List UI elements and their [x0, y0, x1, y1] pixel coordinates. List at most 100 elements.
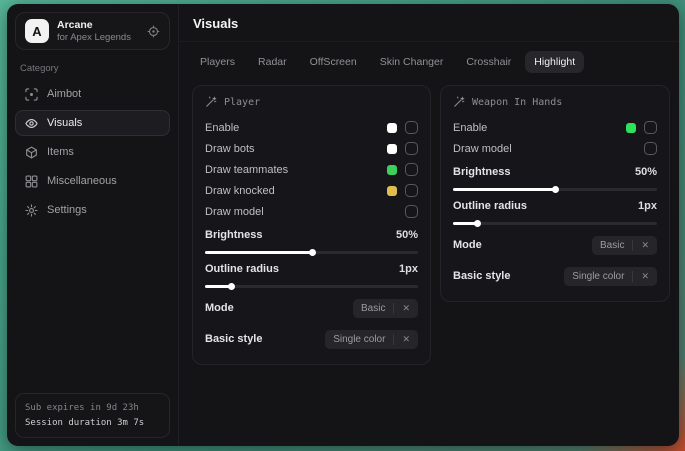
slider-setting-brightness: Brightness50% [205, 229, 418, 256]
tab-radar[interactable]: Radar [249, 51, 296, 73]
setting-label: Outline radius [205, 263, 279, 275]
slider-value: 1px [399, 263, 418, 275]
setting-row-draw-model: Draw model [205, 201, 418, 222]
setting-label: Draw model [205, 206, 264, 218]
setting-controls [387, 184, 418, 197]
sidebar-item-settings[interactable]: Settings [15, 197, 170, 223]
slider-fill [205, 251, 312, 254]
tag-value: Single color [333, 334, 385, 345]
setting-row-draw-knocked: Draw knocked [205, 180, 418, 201]
sub-expiry-text: Sub expires in 9d 23h [25, 401, 160, 415]
tag-setting-mode: Mode Basic ✕ [205, 295, 418, 321]
sidebar-item-label: Settings [47, 204, 87, 216]
setting-controls [387, 163, 418, 176]
slider-thumb[interactable] [552, 186, 559, 193]
slider[interactable] [453, 186, 657, 193]
tag-setting-basic-style: Basic styleSingle color✕ [453, 263, 657, 289]
slider-setting-outline-radius: Outline radius 1px [453, 200, 657, 227]
app-logo: A [25, 19, 49, 43]
slider-track [453, 222, 657, 225]
slider-value: 50% [396, 229, 418, 241]
sidebar: A Arcane for Apex Legends Category Aimbo… [7, 4, 179, 446]
tab-skin-changer[interactable]: Skin Changer [371, 51, 453, 73]
checkbox[interactable] [405, 205, 418, 218]
page-title: Visuals [193, 16, 669, 31]
slider-fill [453, 188, 555, 191]
slider-thumb[interactable] [228, 283, 235, 290]
color-swatch[interactable] [387, 123, 397, 133]
checkbox[interactable] [405, 163, 418, 176]
color-swatch[interactable] [626, 123, 636, 133]
setting-label: Draw model [453, 143, 512, 155]
box-icon [25, 146, 38, 159]
sidebar-item-label: Aimbot [47, 88, 81, 100]
sidebar-item-label: Items [47, 146, 74, 158]
setting-label: Draw bots [205, 143, 255, 155]
setting-label: Brightness [453, 166, 510, 178]
close-icon[interactable]: ✕ [632, 240, 649, 251]
sidebar-item-label: Miscellaneous [47, 175, 117, 187]
wand-icon [453, 96, 465, 108]
tab-players[interactable]: Players [191, 51, 244, 73]
panel-weapon-in-hands: Weapon In Hands Enable Draw model Brightnes… [440, 85, 670, 302]
wand-icon [205, 96, 217, 108]
setting-controls [644, 142, 657, 155]
setting-label: Mode [205, 302, 234, 314]
tab-highlight[interactable]: Highlight [525, 51, 584, 73]
setting-row-draw-bots: Draw bots [205, 138, 418, 159]
panel-title: Player [224, 97, 260, 108]
color-swatch[interactable] [387, 186, 397, 196]
slider-value: 1px [638, 200, 657, 212]
tag-value: Single color [572, 271, 624, 282]
slider[interactable] [453, 220, 657, 227]
checkbox[interactable] [405, 121, 418, 134]
checkbox[interactable] [644, 121, 657, 134]
setting-controls [387, 121, 418, 134]
close-icon[interactable]: ✕ [393, 303, 410, 314]
slider-setting-brightness: Brightness50% [453, 166, 657, 193]
tag-chip[interactable]: Basic ✕ [353, 299, 418, 318]
checkbox[interactable] [405, 184, 418, 197]
close-icon[interactable]: ✕ [393, 334, 410, 345]
setting-row-draw-teammates: Draw teammates [205, 159, 418, 180]
slider[interactable] [205, 283, 418, 290]
slider[interactable] [205, 249, 418, 256]
sidebar-item-aimbot[interactable]: Aimbot [15, 81, 170, 107]
close-icon[interactable]: ✕ [632, 271, 649, 282]
setting-row-enable: Enable [453, 117, 657, 138]
slider-label-row: Brightness50% [453, 166, 657, 178]
gear-icon [25, 204, 38, 217]
checkbox[interactable] [405, 142, 418, 155]
color-swatch[interactable] [387, 165, 397, 175]
slider-label-row: Outline radius 1px [453, 200, 657, 212]
setting-row-enable: Enable [205, 117, 418, 138]
slider-thumb[interactable] [309, 249, 316, 256]
sidebar-item-miscellaneous[interactable]: Miscellaneous [15, 168, 170, 194]
crosshair-icon [25, 88, 38, 101]
tag-value: Basic [361, 303, 385, 314]
tab-crosshair[interactable]: Crosshair [457, 51, 520, 73]
tag-chip[interactable]: Single color ✕ [325, 330, 418, 349]
color-swatch[interactable] [387, 144, 397, 154]
setting-row-draw-model: Draw model [453, 138, 657, 159]
setting-label: Basic style [205, 333, 262, 345]
sidebar-item-visuals[interactable]: Visuals [15, 110, 170, 136]
session-duration-text: Session duration 3m 7s [25, 416, 160, 430]
setting-label: Outline radius [453, 200, 527, 212]
target-icon[interactable] [147, 25, 160, 38]
slider-label-row: Outline radius 1px [205, 263, 418, 275]
sidebar-item-items[interactable]: Items [15, 139, 170, 165]
setting-label: Enable [205, 122, 239, 134]
tab-offscreen[interactable]: OffScreen [301, 51, 366, 73]
tag-chip[interactable]: Single color ✕ [564, 267, 657, 286]
tag-chip[interactable]: Basic✕ [592, 236, 657, 255]
tab-bar: PlayersRadarOffScreenSkin ChangerCrossha… [191, 51, 671, 73]
slider-fill [205, 285, 231, 288]
app-window: A Arcane for Apex Legends Category Aimbo… [7, 4, 679, 446]
checkbox[interactable] [644, 142, 657, 155]
grid-icon [25, 175, 38, 188]
slider-thumb[interactable] [474, 220, 481, 227]
app-subtitle: for Apex Legends [57, 32, 131, 44]
main-content: Visuals PlayersRadarOffScreenSkin Change… [179, 4, 679, 446]
panel-header: Weapon In Hands [453, 96, 657, 108]
